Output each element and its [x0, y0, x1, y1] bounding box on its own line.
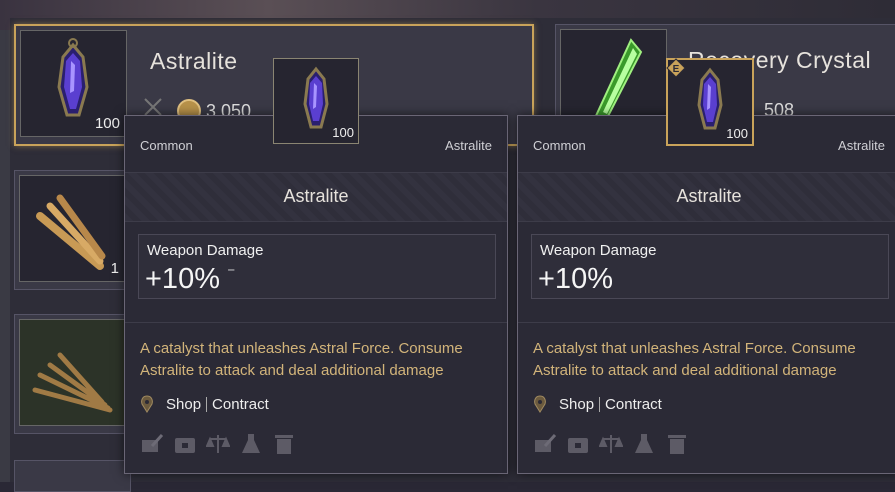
tooltip-actions	[140, 432, 296, 456]
item-icon-slot	[19, 319, 126, 426]
item-quantity: 100	[94, 115, 120, 132]
flask-icon[interactable]	[632, 432, 656, 456]
item-icon-slot: 1	[19, 175, 126, 282]
chest-icon[interactable]	[173, 432, 197, 456]
tooltip-actions	[533, 432, 689, 456]
location-pin-icon	[141, 395, 153, 413]
inventory-item-partial[interactable]	[14, 460, 131, 492]
tooltip-rarity: Common	[140, 138, 193, 153]
scale-icon[interactable]	[206, 432, 230, 456]
stat-value: +10%	[538, 263, 613, 295]
source-separator	[599, 396, 601, 412]
tooltip-divider	[518, 322, 895, 323]
trash-icon[interactable]	[665, 432, 689, 456]
tooltip-sources: Shop Contract	[140, 395, 269, 413]
tooltip-item-icon: 100	[273, 58, 359, 144]
inventory-item-wheat[interactable]: 1	[14, 170, 131, 290]
grass-bundle-icon	[32, 352, 113, 413]
tooltip-divider	[125, 322, 507, 323]
tooltip-rarity: Common	[533, 138, 586, 153]
scale-icon[interactable]	[599, 432, 623, 456]
location-pin-icon	[534, 395, 546, 413]
flask-icon[interactable]	[239, 432, 263, 456]
write-icon[interactable]	[140, 432, 164, 456]
equipped-badge-letter: E	[673, 64, 680, 75]
source-shop[interactable]: Shop	[166, 396, 201, 413]
chest-icon[interactable]	[566, 432, 590, 456]
stat-label: Weapon Damage	[540, 242, 657, 259]
tooltip-stat-box: Weapon Damage +10%	[531, 234, 889, 299]
tooltip-description: A catalyst that unleashes Astral Force. …	[533, 340, 856, 379]
item-tooltip-equipped: Common Astralite Astralite Weapon Damage…	[517, 115, 895, 474]
equipped-badge-icon: E	[666, 58, 686, 78]
tooltip-item-icon-equipped: E 100	[666, 58, 754, 146]
trash-icon[interactable]	[272, 432, 296, 456]
item-quantity: 1	[110, 260, 119, 277]
stat-compare-indicator: ⁻	[227, 265, 236, 282]
stat-value: +10%	[145, 263, 220, 295]
inventory-item-grass-bundle[interactable]	[14, 314, 131, 434]
wheat-icon	[36, 194, 106, 270]
source-contract[interactable]: Contract	[212, 396, 269, 413]
source-contract[interactable]: Contract	[605, 396, 662, 413]
stat-label: Weapon Damage	[147, 242, 264, 259]
item-tooltip-hover: Common Astralite Astralite Weapon Damage…	[124, 115, 508, 474]
tooltip-item-type: Astralite	[445, 138, 492, 153]
tooltip-title: Astralite	[283, 186, 349, 206]
tooltip-description: A catalyst that unleashes Astral Force. …	[140, 340, 463, 379]
source-separator	[206, 396, 208, 412]
tooltip-title: Astralite	[676, 186, 742, 206]
write-icon[interactable]	[533, 432, 557, 456]
tooltip-sources: Shop Contract	[533, 395, 662, 413]
source-shop[interactable]: Shop	[559, 396, 594, 413]
tooltip-item-type: Astralite	[838, 138, 885, 153]
item-icon-slot: 100	[20, 30, 127, 137]
tooltip-icon-quantity: 100	[332, 125, 354, 140]
item-name: Astralite	[150, 48, 238, 74]
tooltip-icon-quantity: 100	[726, 126, 748, 141]
tooltip-stat-box: Weapon Damage +10% ⁻	[138, 234, 496, 299]
